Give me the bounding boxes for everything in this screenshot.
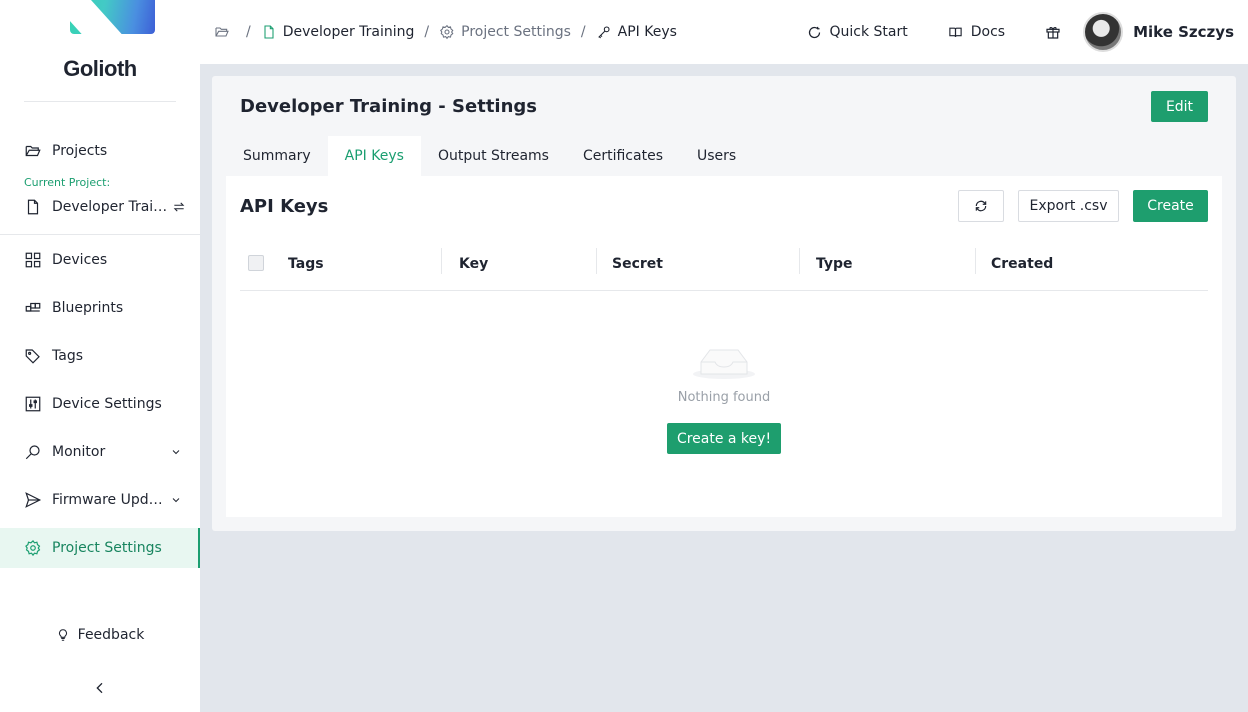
current-project-label: Current Project: bbox=[24, 176, 111, 189]
file-icon bbox=[27, 199, 39, 215]
column-header-key[interactable]: Key bbox=[459, 236, 488, 291]
sidebar-item-project-settings[interactable]: Project Settings bbox=[0, 528, 200, 568]
gear-icon bbox=[440, 24, 454, 40]
blueprint-icon bbox=[25, 302, 41, 312]
top-bar: / Developer Training / Project Settings … bbox=[200, 0, 1248, 64]
tab-users[interactable]: Users bbox=[680, 136, 753, 176]
breadcrumb-current: API Keys bbox=[596, 24, 677, 40]
tag-icon bbox=[25, 349, 40, 364]
export-csv-button[interactable]: Export .csv bbox=[1018, 190, 1119, 222]
edit-button[interactable]: Edit bbox=[1151, 91, 1208, 122]
folder-open-icon[interactable] bbox=[214, 24, 230, 40]
empty-state-text: Nothing found bbox=[677, 390, 771, 405]
breadcrumb-project-settings[interactable]: Project Settings bbox=[439, 24, 571, 40]
api-keys-title: API Keys bbox=[240, 196, 329, 217]
file-icon bbox=[264, 25, 274, 39]
select-all-checkbox[interactable] bbox=[248, 255, 264, 271]
key-icon bbox=[597, 26, 610, 39]
tab-certificates[interactable]: Certificates bbox=[566, 136, 680, 176]
sidebar-item-projects[interactable]: Projects bbox=[0, 131, 200, 171]
user-name[interactable]: Mike Szczys bbox=[1133, 23, 1234, 41]
column-header-tags[interactable]: Tags bbox=[288, 236, 324, 291]
gear-icon bbox=[25, 539, 41, 557]
chevron-down-icon bbox=[172, 498, 180, 503]
sidebar-item-blueprints[interactable]: Blueprints bbox=[0, 288, 200, 328]
settings-tabs: Summary API Keys Output Streams Certific… bbox=[226, 136, 753, 176]
divider bbox=[24, 101, 176, 102]
tab-api-keys[interactable]: API Keys bbox=[327, 136, 421, 176]
docs-link[interactable]: Docs bbox=[948, 24, 1005, 40]
gift-icon[interactable] bbox=[1045, 24, 1061, 40]
page-title: Developer Training - Settings bbox=[240, 96, 538, 117]
top-actions: Quick Start Docs Mike Szczys bbox=[807, 12, 1234, 52]
refresh-icon bbox=[975, 200, 987, 212]
empty-inbox-icon bbox=[693, 349, 755, 379]
refresh-button[interactable] bbox=[958, 190, 1004, 222]
create-button[interactable]: Create bbox=[1133, 190, 1208, 222]
breadcrumb: / Developer Training / Project Settings … bbox=[214, 22, 677, 42]
sidebar-item-device-settings[interactable]: Device Settings bbox=[0, 384, 200, 424]
column-header-type[interactable]: Type bbox=[816, 236, 853, 291]
monitor-icon bbox=[25, 445, 40, 460]
avatar[interactable] bbox=[1083, 12, 1124, 52]
lightbulb-icon bbox=[58, 629, 67, 641]
sidebar-item-firmware-updates[interactable]: Firmware Updates bbox=[0, 480, 200, 520]
breadcrumb-project[interactable]: Developer Training bbox=[261, 24, 414, 40]
send-icon bbox=[25, 492, 42, 508]
current-project-selector[interactable]: Developer Training bbox=[24, 196, 194, 218]
quick-start-link[interactable]: Quick Start bbox=[807, 24, 908, 40]
sidebar-item-tags[interactable]: Tags bbox=[0, 336, 200, 376]
chevron-down-icon bbox=[172, 450, 180, 455]
grid-icon bbox=[25, 252, 41, 268]
logo[interactable]: Golioth bbox=[0, 56, 200, 82]
column-header-created[interactable]: Created bbox=[991, 236, 1053, 291]
table-header: Tags Key Secret Type Created bbox=[240, 236, 1208, 291]
sidebar-item-monitor[interactable]: Monitor bbox=[0, 432, 200, 472]
settings-card: Developer Training - Settings Edit Summa… bbox=[212, 76, 1236, 531]
column-header-secret[interactable]: Secret bbox=[612, 236, 663, 291]
api-keys-panel: API Keys Export .csv Create Tags Key Sec… bbox=[226, 176, 1222, 517]
refresh-icon bbox=[808, 26, 820, 38]
tab-summary[interactable]: Summary bbox=[226, 136, 328, 176]
sidebar-item-devices[interactable]: Devices bbox=[0, 240, 200, 280]
collapse-sidebar-icon[interactable] bbox=[92, 680, 108, 696]
sidebar: Golioth Projects Current Project: Develo… bbox=[0, 0, 200, 712]
create-key-button[interactable]: Create a key! bbox=[667, 423, 781, 454]
folder-open-icon bbox=[25, 145, 41, 157]
swap-icon[interactable] bbox=[172, 200, 186, 214]
book-icon bbox=[949, 27, 962, 37]
sliders-icon bbox=[25, 396, 41, 412]
feedback-link[interactable]: Feedback bbox=[0, 624, 200, 646]
tab-output-streams[interactable]: Output Streams bbox=[421, 136, 566, 176]
